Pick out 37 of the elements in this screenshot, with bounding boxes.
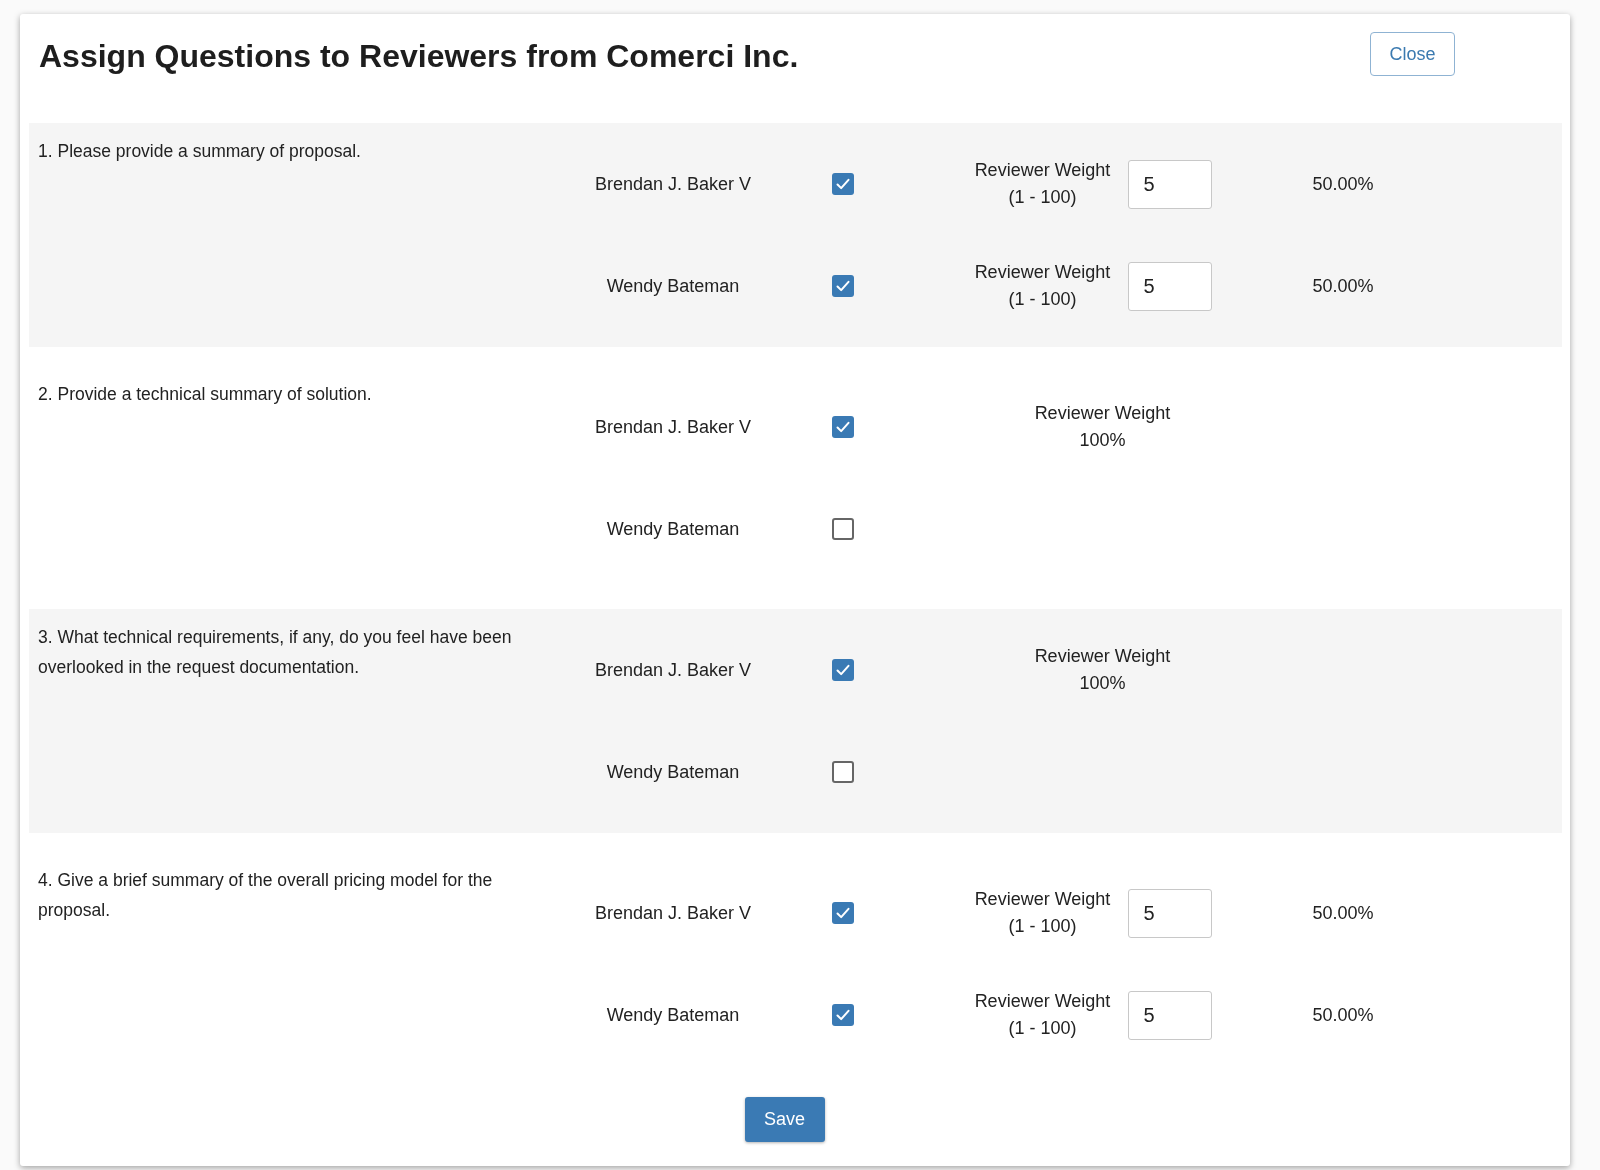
reviewer-checkbox[interactable] [832,173,854,195]
reviewer-name: Brendan J. Baker V [594,416,752,437]
weight-percent: 50.00% [1312,1004,1374,1025]
reviewer-name: Brendan J. Baker V [594,173,752,194]
weight-percent: 50.00% [1312,902,1374,923]
weight-label: Reviewer Weight (1 - 100) [973,888,1112,938]
reviewer-checkbox[interactable] [832,761,854,783]
weight-input[interactable]: 5 [1127,159,1212,209]
close-button[interactable]: Close [1370,32,1455,76]
weight-label: Reviewer Weight 100% [1034,402,1171,452]
reviewer-name: Wendy Bateman [606,1004,740,1025]
save-button[interactable]: Save [744,1097,825,1142]
weight-input[interactable]: 5 [1127,261,1212,311]
reviewer-checkbox[interactable] [832,275,854,297]
reviewer-name: Wendy Bateman [606,275,740,296]
weight-label: Reviewer Weight (1 - 100) [973,159,1112,209]
weight-input[interactable]: 5 [1127,990,1212,1040]
question-text: 3. What technical requirements, if any, do you feel have been overlooked in the request documentation. [37,626,513,679]
weight-label: Reviewer Weight (1 - 100) [973,990,1112,1040]
weight-percent: 50.00% [1312,173,1374,194]
reviewer-name: Brendan J. Baker V [594,659,752,680]
weight-label: Reviewer Weight 100% [1034,645,1171,695]
question-text: 2. Provide a technical summary of solution. [37,383,373,406]
weight-percent: 50.00% [1312,275,1374,296]
weight-input[interactable]: 5 [1127,888,1212,938]
reviewer-checkbox[interactable] [832,659,854,681]
reviewer-name: Wendy Bateman [606,518,740,539]
reviewer-checkbox[interactable] [832,518,854,540]
question-text: 1. Please provide a summary of proposal. [37,140,362,163]
reviewer-name: Wendy Bateman [606,761,740,782]
question-text: 4. Give a brief summary of the overall pricing model for the proposal. [37,869,494,922]
reviewer-name: Brendan J. Baker V [594,902,752,923]
reviewer-checkbox[interactable] [832,416,854,438]
reviewer-checkbox[interactable] [832,902,854,924]
weight-label: Reviewer Weight (1 - 100) [973,261,1112,311]
reviewer-checkbox[interactable] [832,1004,854,1026]
dialog-title: Assign Questions to Reviewers from Comerci Inc. [38,37,799,75]
